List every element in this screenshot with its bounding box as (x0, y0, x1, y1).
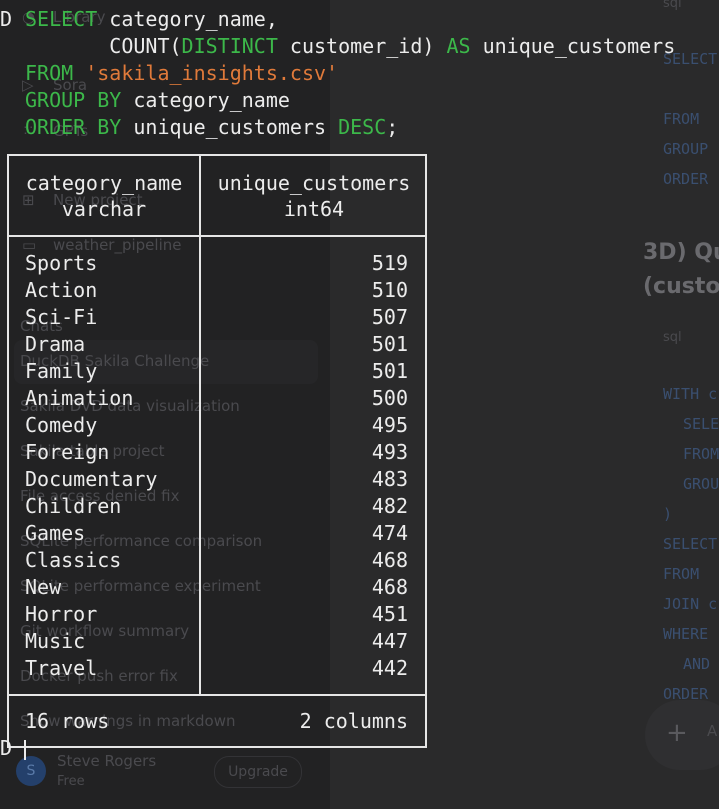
cell-category: Games (25, 521, 86, 545)
result-table: category_name varchar unique_customers int… (7, 154, 427, 748)
code-line: ) (663, 505, 673, 523)
code-line: WITH c (663, 385, 718, 403)
column-count: 2 columns (299, 709, 408, 733)
sql-text: category_name, (97, 7, 278, 31)
code-line: GROU (683, 475, 719, 493)
query-line: ORDER BY unique_customers DESC; (25, 114, 398, 140)
cell-category: Documentary (25, 467, 158, 491)
cell-category: Action (25, 278, 98, 302)
cell-unique-customers: 482 (371, 494, 408, 518)
query-line: FROM 'sakila_insights.csv' (25, 60, 338, 86)
cell-category: Children (25, 494, 122, 518)
cell-unique-customers: 500 (371, 386, 408, 410)
code-line: SELE (683, 415, 719, 433)
user-name: Steve Rogers (57, 752, 157, 770)
code-line: SELECT (663, 535, 718, 553)
sql-text: COUNT( (25, 34, 182, 58)
text-cursor (24, 739, 27, 760)
query-line: GROUP BY category_name (25, 87, 290, 113)
sql-keyword: SELECT (25, 7, 98, 31)
code-line: JOIN c (663, 595, 718, 613)
section-heading-line2: (custor (643, 274, 719, 299)
code-line: FROM (663, 565, 700, 583)
cell-unique-customers: 447 (371, 629, 408, 653)
sql-text: customer_id) (277, 34, 447, 58)
sql-keyword: DESC (338, 115, 387, 139)
cell-unique-customers: 483 (371, 467, 408, 491)
cell-category: Family (25, 359, 98, 383)
sql-string: 'sakila_insights.csv' (85, 61, 339, 85)
sql-keyword: AS (446, 34, 471, 58)
cell-unique-customers: 493 (371, 440, 408, 464)
cell-unique-customers: 507 (371, 305, 408, 329)
cell-unique-customers: 451 (371, 602, 408, 626)
sql-text: unique_customers (121, 115, 339, 139)
cell-unique-customers: 474 (371, 521, 408, 545)
user-plan: Free (57, 774, 85, 789)
sql-keyword: FROM (25, 61, 74, 85)
cell-unique-customers: 442 (371, 656, 408, 680)
prompt-bottom[interactable]: D (0, 735, 27, 761)
cell-unique-customers: 495 (371, 413, 408, 437)
cell-category: Classics (25, 548, 122, 572)
code-line: FROM (663, 110, 700, 128)
section-heading-line1: 3D) Qu (643, 240, 719, 265)
sql-keyword: GROUP BY (25, 88, 122, 112)
sql-keyword: ORDER BY (25, 115, 122, 139)
code-label-2: sql (663, 330, 682, 345)
cell-category: Sports (25, 251, 98, 275)
query-line: SELECT category_name, (25, 6, 278, 32)
query-line: COUNT(DISTINCT customer_id) AS unique_cu… (25, 33, 675, 59)
column-header-1: category_name varchar (25, 171, 183, 221)
cell-unique-customers: 519 (371, 251, 408, 275)
cell-category: Sci-Fi (25, 305, 98, 329)
cell-category: Comedy (25, 413, 98, 437)
code-line: ORDER (663, 170, 709, 188)
cell-category: Drama (25, 332, 86, 356)
upgrade-button[interactable]: Upgrade (214, 756, 302, 788)
code-line: FROM (683, 445, 719, 463)
cell-unique-customers: 468 (371, 575, 408, 599)
cell-category: New (25, 575, 62, 599)
footer-divider (9, 694, 425, 696)
code-label-top: sql (663, 0, 682, 11)
sql-keyword: DISTINCT (181, 34, 278, 58)
code-line: GROUP (663, 140, 709, 158)
sql-text: category_name (121, 88, 290, 112)
code-line: WHERE (663, 625, 709, 643)
row-count: 16 rows (25, 709, 110, 733)
ask-placeholder: A (707, 722, 718, 740)
terminal: D SELECT category_name, COUNT(DISTINCT c… (0, 0, 675, 760)
cell-unique-customers: 468 (371, 548, 408, 572)
header-divider (9, 235, 425, 237)
cell-category: Horror (25, 602, 98, 626)
cell-unique-customers: 501 (371, 359, 408, 383)
cell-category: Foreign (25, 440, 110, 464)
code-line: AND (683, 655, 711, 673)
cell-unique-customers: 501 (371, 332, 408, 356)
cell-unique-customers: 510 (371, 278, 408, 302)
column-header-2: unique_customers int64 (217, 171, 411, 221)
plus-icon[interactable]: + (666, 718, 688, 748)
cell-category: Animation (25, 386, 134, 410)
sql-text: ; (386, 115, 399, 139)
cell-category: Travel (25, 656, 98, 680)
prompt: D (0, 7, 13, 31)
sql-text: unique_customers (470, 34, 676, 58)
cell-category: Music (25, 629, 86, 653)
